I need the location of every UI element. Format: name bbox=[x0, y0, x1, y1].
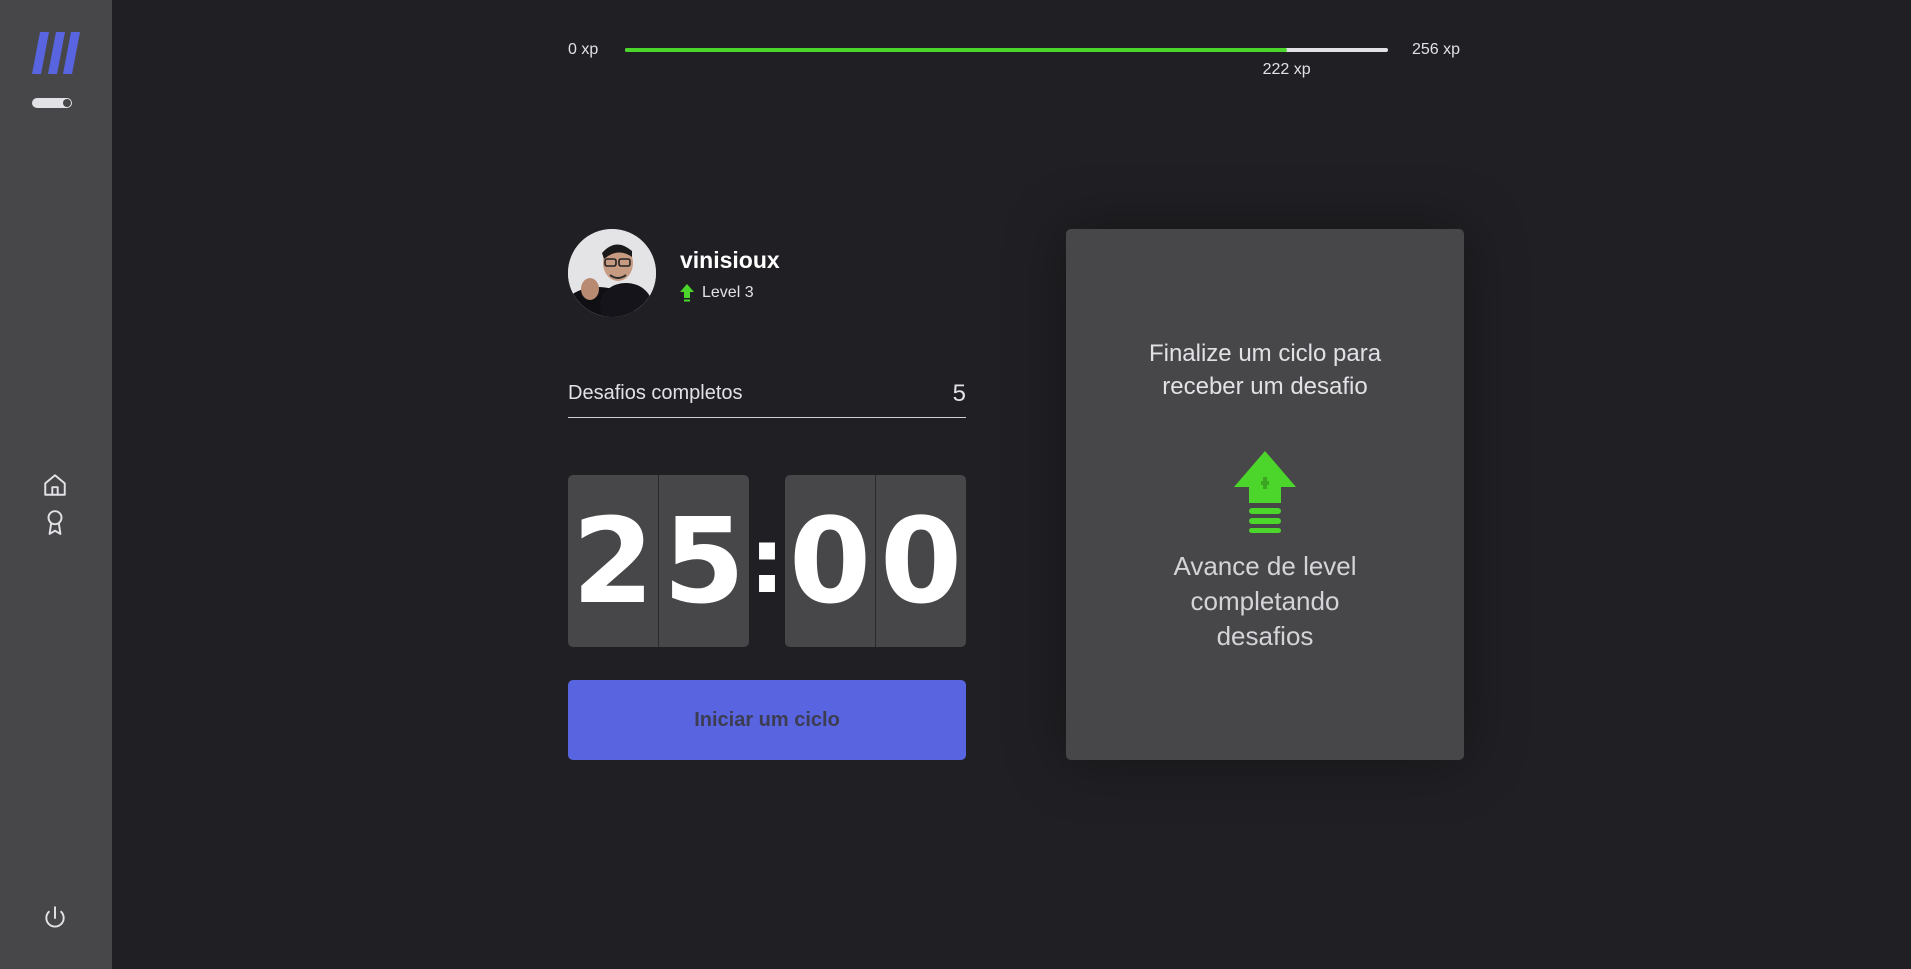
award-icon[interactable] bbox=[42, 509, 68, 535]
sidebar bbox=[0, 0, 112, 969]
avatar-photo bbox=[568, 229, 656, 317]
countdown-seconds: 0 0 bbox=[785, 475, 966, 647]
second-ones-digit: 0 bbox=[879, 492, 963, 630]
username: vinisioux bbox=[680, 247, 780, 273]
power-icon[interactable] bbox=[42, 905, 68, 931]
completed-challenges-label: Desafios completos bbox=[568, 382, 743, 404]
moveit-logo-icon bbox=[32, 32, 80, 74]
xp-current-label: 222 xp bbox=[1262, 61, 1311, 78]
challenge-box-title: Finalize um ciclo para receber um desafi… bbox=[1148, 340, 1382, 400]
level-up-arrow-icon bbox=[680, 284, 694, 302]
level-up-icon bbox=[1234, 451, 1296, 533]
minute-ones-digit: 5 bbox=[662, 492, 746, 630]
avatar bbox=[568, 229, 656, 317]
theme-toggle-knob bbox=[63, 99, 71, 107]
second-tens-digit: 0 bbox=[785, 475, 876, 647]
level-indicator: Level 3 bbox=[680, 284, 754, 302]
xp-progress-fill bbox=[625, 48, 1287, 52]
level-label: Level 3 bbox=[702, 284, 754, 301]
countdown-separator: : bbox=[749, 508, 785, 614]
completed-challenges: Desafios completos 5 bbox=[568, 370, 966, 418]
completed-challenges-count: 5 bbox=[952, 379, 966, 407]
challenge-box: Finalize um ciclo para receber um desafi… bbox=[1066, 229, 1464, 760]
challenge-box-hint: Avance de level completando desafios bbox=[1173, 551, 1357, 651]
theme-toggle[interactable] bbox=[32, 98, 72, 108]
start-cycle-button[interactable]: Iniciar um ciclo bbox=[568, 680, 966, 760]
home-icon[interactable] bbox=[42, 472, 68, 498]
minute-tens-digit: 2 bbox=[568, 475, 659, 647]
xp-progress-bar bbox=[625, 48, 1388, 52]
xp-min-label: 0 xp bbox=[568, 41, 599, 58]
countdown-timer: 2 5 : 0 0 bbox=[568, 475, 966, 647]
countdown-minutes: 2 5 bbox=[568, 475, 749, 647]
xp-max-label: 256 xp bbox=[1412, 41, 1461, 58]
